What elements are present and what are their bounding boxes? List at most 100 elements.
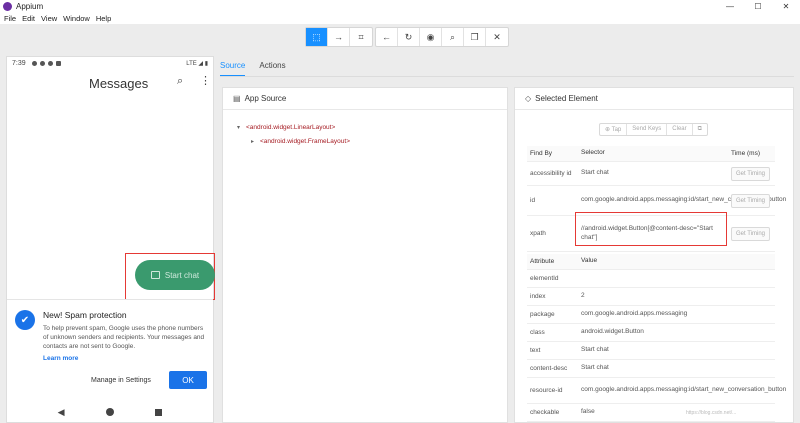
title-bar: Appium — ☐ ✕ — [0, 0, 800, 13]
minimize-button[interactable]: — — [716, 0, 744, 13]
selected-element-header: ◇ Selected Element — [515, 88, 793, 110]
device-screenshot[interactable]: 7:39 LTE ◢ ▮ Messages ⌕ ⋮ Start chat ✔ N… — [6, 56, 215, 423]
select-element-icon[interactable]: ⬚ — [306, 28, 328, 46]
table-row: checkable false — [527, 404, 775, 422]
copy-attributes-icon[interactable]: ⧉ — [693, 124, 707, 135]
back-icon[interactable]: ← — [376, 28, 398, 46]
window-controls: — ☐ ✕ — [716, 0, 800, 13]
xpath-highlight — [575, 212, 727, 246]
attribute-value: 2 — [581, 292, 585, 300]
tree-node-label: <android.widget.LinearLayout> — [246, 124, 336, 131]
attribute-value: com.google.android.apps.messaging — [581, 310, 688, 318]
attribute-name: class — [530, 329, 545, 336]
more-options-icon[interactable]: ⋮ — [200, 74, 211, 87]
find-by-header-row: Find By Selector Time (ms) — [527, 146, 775, 162]
eye-icon[interactable]: ◉ — [420, 28, 442, 46]
menu-window[interactable]: Window — [63, 14, 90, 23]
col-find-by: Find By — [530, 150, 553, 157]
menu-view[interactable]: View — [41, 14, 57, 23]
messages-header: Messages ⌕ ⋮ — [7, 69, 213, 97]
menu-file[interactable]: File — [4, 14, 16, 23]
attribute-name: checkable — [530, 409, 560, 416]
attribute-value: Start chat — [581, 364, 609, 372]
notification-icon — [39, 60, 45, 66]
maximize-button[interactable]: ☐ — [744, 0, 772, 13]
attribute-value: Start chat — [581, 346, 609, 354]
tap-coordinates-icon[interactable]: ⌗ — [350, 28, 372, 46]
inspector-tabs: Source Actions — [220, 58, 300, 76]
swipe-icon[interactable]: → — [328, 28, 350, 46]
spam-protection-card: ✔ New! Spam protection To help prevent s… — [7, 299, 213, 397]
menu-edit[interactable]: Edit — [22, 14, 35, 23]
col-attribute: Attribute — [530, 258, 555, 265]
element-action-bar: ⊕ Tap Send Keys Clear ⧉ — [599, 123, 708, 136]
status-time: 7:39 — [12, 59, 26, 67]
close-window-button[interactable]: ✕ — [772, 0, 800, 13]
nav-home-icon[interactable] — [105, 408, 114, 416]
find-by-value: xpath — [530, 230, 546, 237]
copy-icon[interactable]: ❐ — [464, 28, 486, 46]
close-icon[interactable]: ✕ — [486, 28, 508, 46]
spam-title: New! Spam protection — [43, 310, 127, 320]
window-title: Appium — [16, 2, 44, 11]
attribute-value: android.widget.Button — [581, 328, 644, 336]
find-by-value: accessibility id — [530, 170, 572, 177]
file-icon: ▤ — [233, 94, 241, 103]
get-timing-button[interactable]: Get Timing — [731, 166, 771, 181]
tree-node-framelayout[interactable]: ▸ <android.widget.FrameLayout> — [251, 138, 350, 145]
inspector-toolbar: ⬚ → ⌗ ← ↻ ◉ ⌕ ❐ ✕ — [0, 24, 800, 50]
tab-source[interactable]: Source — [220, 58, 246, 76]
manage-in-settings-button[interactable]: Manage in Settings — [91, 377, 151, 384]
learn-more-link[interactable]: Learn more — [43, 355, 78, 362]
attribute-name: elementId — [530, 275, 559, 282]
search-icon[interactable]: ⌕ — [442, 28, 464, 46]
appium-logo-icon — [3, 2, 12, 11]
attribute-value: false — [581, 408, 595, 416]
refresh-icon[interactable]: ↻ — [398, 28, 420, 46]
shield-check-icon: ✔ — [15, 310, 35, 330]
table-row: index 2 — [527, 288, 775, 306]
attribute-name: resource-id — [530, 387, 563, 394]
start-chat-button[interactable]: Start chat — [135, 260, 215, 290]
col-selector: Selector — [581, 149, 605, 157]
app-source-panel: ▤ App Source ▾ <android.widget.LinearLay… — [222, 87, 508, 423]
mode-button-group: ⬚ → ⌗ — [305, 27, 373, 47]
sync-icon — [47, 60, 53, 66]
table-row: elementId — [527, 270, 775, 288]
app-source-header: ▤ App Source — [223, 88, 507, 110]
send-keys-button[interactable]: Send Keys — [627, 124, 668, 135]
action-button-group: ← ↻ ◉ ⌕ ❐ ✕ — [375, 27, 509, 47]
tree-node-linearlayout[interactable]: ▾ <android.widget.LinearLayout> — [237, 124, 335, 131]
col-time: Time (ms) — [731, 150, 761, 157]
table-row: accessibility id Start chat Get Timing — [527, 162, 775, 186]
spam-description: To help prevent spam, Google uses the ph… — [43, 325, 205, 350]
selected-element-title: Selected Element — [535, 94, 598, 103]
tag-icon: ◇ — [525, 94, 532, 103]
tap-button[interactable]: ⊕ Tap — [600, 124, 628, 135]
table-row: package com.google.android.apps.messagin… — [527, 306, 775, 324]
messages-title: Messages — [89, 76, 149, 91]
attribute-name: content-desc — [530, 365, 568, 372]
nav-recents-icon[interactable] — [155, 408, 163, 416]
table-row: text Start chat — [527, 342, 775, 360]
selector-value: com.google.android.apps.messaging:id/sta… — [581, 196, 787, 204]
nav-back-icon[interactable]: ◀ — [58, 407, 65, 418]
menu-help[interactable]: Help — [96, 14, 111, 23]
status-icons — [31, 60, 61, 66]
tree-node-label: <android.widget.FrameLayout> — [260, 138, 350, 145]
get-timing-button[interactable]: Get Timing — [731, 226, 771, 241]
selected-element-panel: ◇ Selected Element ⊕ Tap Send Keys Clear… — [514, 87, 794, 423]
clear-button[interactable]: Clear — [667, 124, 693, 135]
messages-search-icon[interactable]: ⌕ — [177, 75, 183, 88]
ok-button[interactable]: OK — [169, 371, 207, 389]
tab-actions[interactable]: Actions — [259, 58, 285, 76]
signal-indicator: LTE ◢ ▮ — [186, 60, 208, 67]
get-timing-button[interactable]: Get Timing — [731, 193, 771, 208]
expand-caret-icon[interactable]: ▾ — [237, 124, 240, 131]
col-value: Value — [581, 257, 598, 265]
selector-value: Start chat — [581, 169, 609, 177]
start-chat-label: Start chat — [164, 270, 200, 280]
collapse-caret-icon[interactable]: ▸ — [251, 138, 254, 145]
sim-icon — [55, 60, 61, 66]
attribute-name: index — [530, 293, 546, 300]
